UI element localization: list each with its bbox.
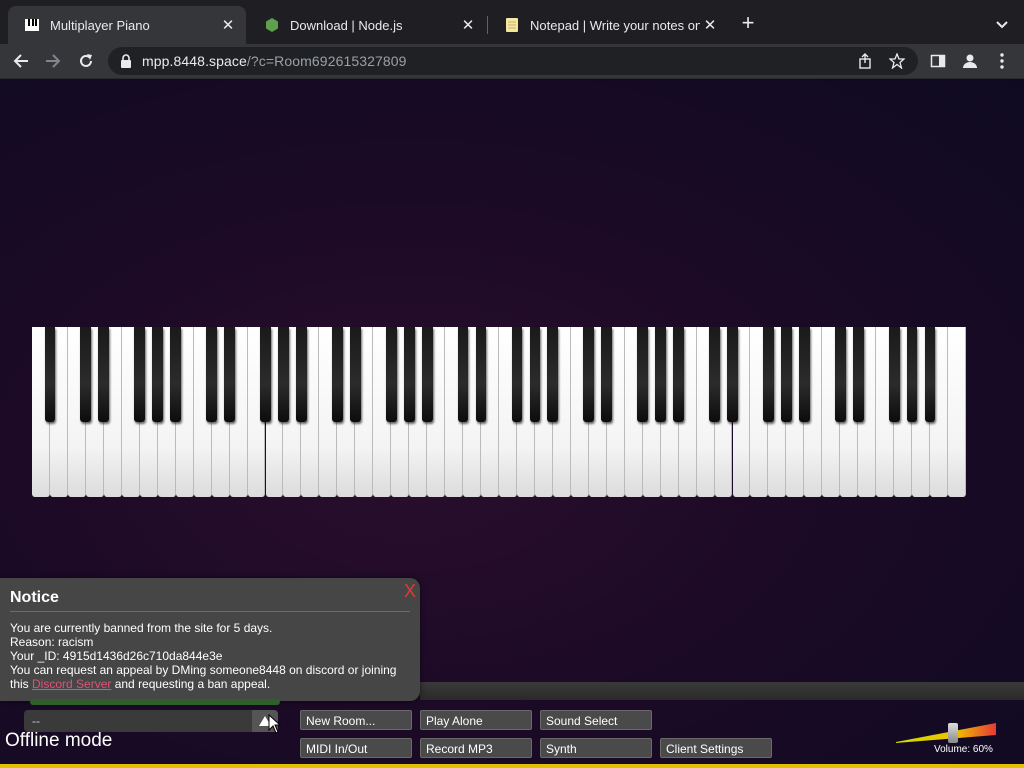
browser-toolbar: mpp.8448.space/?c=Room692615327809 [0, 44, 1024, 79]
midi-in-out-button[interactable]: MIDI In/Out [300, 738, 412, 758]
black-key[interactable] [888, 327, 900, 422]
black-key[interactable] [421, 327, 433, 422]
notice-divider [10, 611, 410, 612]
volume-knob[interactable] [948, 723, 958, 743]
chat-indicator [30, 699, 280, 705]
notepad-icon [504, 17, 520, 33]
volume-label: Volume: 60% [934, 744, 993, 755]
notice-text: and requesting a ban appeal. [111, 677, 271, 691]
black-key[interactable] [152, 327, 164, 422]
black-key[interactable] [170, 327, 182, 422]
url-host: mpp.8448.space [142, 53, 247, 69]
black-key[interactable] [906, 327, 918, 422]
black-key[interactable] [134, 327, 146, 422]
black-key[interactable] [278, 327, 289, 422]
notice-line: Your _ID: 4915d1436d26c710da844e3e [10, 649, 223, 663]
bottom-accent-line [0, 764, 1024, 768]
tab-notepad[interactable]: Notepad | Write your notes onli ✕ [488, 6, 728, 44]
close-tab-icon[interactable]: ✕ [218, 15, 238, 35]
client-settings-button[interactable]: Client Settings [660, 738, 772, 758]
offline-status: Offline mode [5, 730, 113, 751]
black-key[interactable] [260, 327, 271, 422]
notice-line: You can request an appeal by DMing someo… [10, 663, 397, 677]
notice-close-button[interactable]: X [404, 581, 416, 602]
black-key[interactable] [331, 327, 343, 422]
sound-select-button[interactable]: Sound Select [540, 710, 652, 730]
reload-icon[interactable] [75, 50, 97, 72]
notice-line: You are currently banned from the site f… [10, 621, 273, 635]
notice-body: You are currently banned from the site f… [10, 621, 415, 691]
forward-arrow-icon[interactable] [42, 50, 64, 72]
black-key[interactable] [673, 327, 684, 422]
black-key[interactable] [583, 327, 595, 422]
close-tab-icon[interactable]: ✕ [458, 15, 478, 35]
black-key[interactable] [511, 327, 523, 422]
bookmark-star-icon[interactable] [888, 52, 906, 70]
new-room-button[interactable]: New Room... [300, 710, 412, 730]
black-key[interactable] [206, 327, 217, 422]
record-mp3-button[interactable]: Record MP3 [420, 738, 532, 758]
tab-nodejs[interactable]: Download | Node.js ✕ [248, 6, 486, 44]
black-key[interactable] [475, 327, 487, 422]
notice-line: this Discord Server and requesting a ban… [10, 677, 415, 691]
back-arrow-icon[interactable] [10, 50, 32, 72]
bottom-bar [420, 682, 1024, 700]
notice-text: this [10, 677, 33, 691]
black-key[interactable] [44, 327, 56, 422]
white-key[interactable] [948, 327, 966, 497]
close-tab-icon[interactable]: ✕ [700, 15, 720, 35]
black-key[interactable] [385, 327, 397, 422]
black-key[interactable] [349, 327, 361, 422]
discord-server-link[interactable]: Discord Server [32, 677, 111, 691]
black-key[interactable] [780, 327, 792, 422]
black-key[interactable] [80, 327, 92, 422]
tab-title: Notepad | Write your notes onli [530, 17, 700, 33]
url-text: mpp.8448.space/?c=Room692615327809 [142, 53, 407, 69]
piano-keyboard[interactable] [32, 327, 966, 499]
share-icon[interactable] [856, 52, 874, 70]
black-key[interactable] [296, 327, 307, 422]
black-key[interactable] [224, 327, 235, 422]
black-key[interactable] [547, 327, 559, 422]
black-key[interactable] [98, 327, 110, 422]
volume-ramp [896, 723, 996, 743]
black-key[interactable] [852, 327, 864, 422]
tab-title: Download | Node.js [290, 17, 403, 33]
page-content: Notice X You are currently banned from t… [0, 79, 1024, 768]
notice-line: Reason: racism [10, 635, 94, 649]
volume-slider[interactable]: Volume: 60% [896, 719, 996, 755]
profile-icon[interactable] [959, 50, 981, 72]
notice-dialog: Notice X You are currently banned from t… [0, 578, 420, 701]
side-panel-icon[interactable] [927, 50, 949, 72]
mouse-cursor-icon [268, 714, 282, 734]
chat-input-value: -- [32, 714, 40, 728]
tab-strip: Multiplayer Piano ✕ Download | Node.js ✕… [0, 0, 1024, 44]
black-key[interactable] [924, 327, 936, 422]
black-key[interactable] [601, 327, 613, 422]
tab-search-chevron-icon[interactable] [992, 14, 1012, 34]
black-key[interactable] [655, 327, 667, 422]
play-alone-button[interactable]: Play Alone [420, 710, 532, 730]
new-tab-icon[interactable]: + [736, 12, 760, 36]
tab-multiplayer-piano[interactable]: Multiplayer Piano ✕ [8, 6, 246, 44]
black-key[interactable] [763, 327, 774, 422]
piano-icon [24, 17, 40, 33]
synth-button[interactable]: Synth [540, 738, 652, 758]
black-key[interactable] [403, 327, 415, 422]
lock-icon [120, 54, 132, 68]
nodejs-icon [264, 17, 280, 33]
black-key[interactable] [529, 327, 541, 422]
notice-title: Notice [10, 589, 59, 606]
black-key[interactable] [457, 327, 469, 422]
black-key[interactable] [637, 327, 649, 422]
tab-title: Multiplayer Piano [50, 17, 150, 33]
black-key[interactable] [798, 327, 810, 422]
url-path: /?c=Room692615327809 [246, 53, 407, 69]
chat-input[interactable]: -- [24, 710, 278, 732]
black-key[interactable] [834, 327, 846, 422]
black-key[interactable] [709, 327, 720, 422]
black-key[interactable] [727, 327, 738, 422]
menu-kebab-icon[interactable] [991, 50, 1013, 72]
address-bar[interactable]: mpp.8448.space/?c=Room692615327809 [108, 47, 918, 75]
